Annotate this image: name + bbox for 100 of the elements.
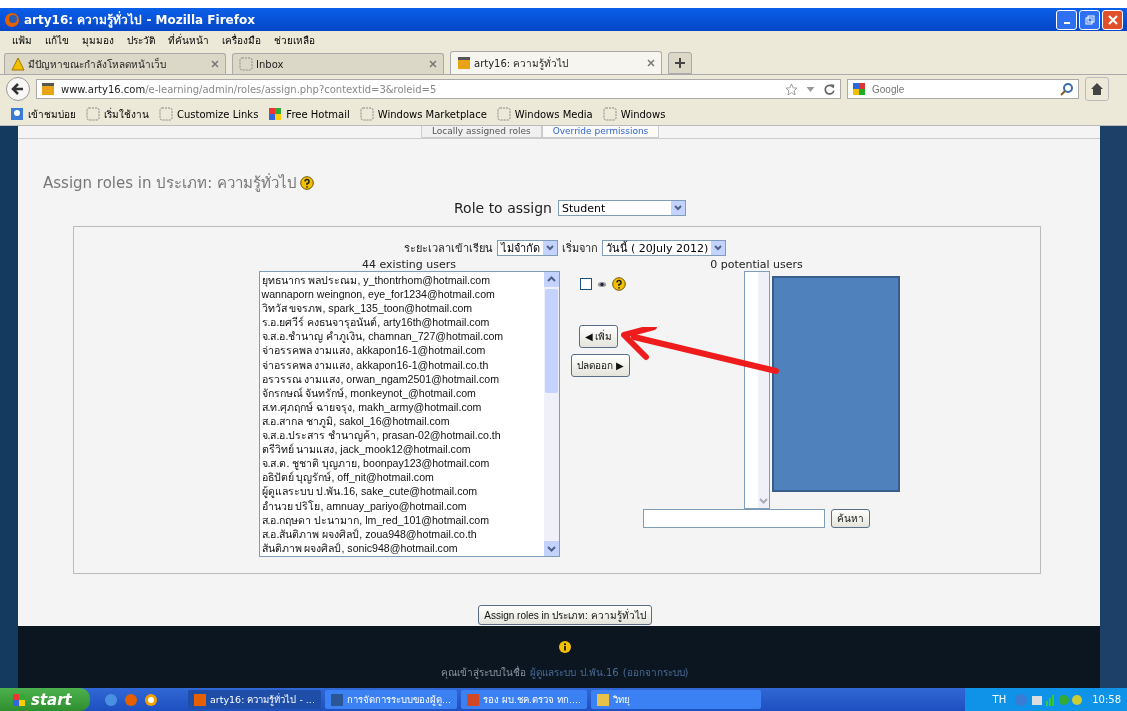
page-tab[interactable]: Override permissions	[541, 126, 660, 138]
close-tab-icon[interactable]	[429, 60, 437, 68]
page-tab[interactable]: Locally assigned roles	[421, 126, 542, 138]
user-list-item[interactable]: จ่าอรรคพล งามแสง, akkapon16-1@hotmail.com	[261, 343, 542, 358]
bookmark-item[interactable]: Free Hotmail	[268, 107, 350, 121]
existing-users-list[interactable]	[258, 271, 560, 557]
user-list-item[interactable]: จ.ส.อ.ชำนาญ คำภูเงิน, chamnan_727@hotmail.com	[261, 329, 542, 344]
close-button[interactable]	[1102, 9, 1123, 30]
taskbar-window[interactable]: การจัดการระบบของผู้ดู...	[324, 690, 457, 709]
browser-tab[interactable]: arty16: ความรู้ทั่วไป	[450, 51, 662, 74]
user-list-item[interactable]: อรวรรณ งามแสง, orwan_ngam2501@hotmail.com	[261, 371, 542, 386]
user-list-item[interactable]: ผู้ดูแลระบบ ป.พัน.16, sake_cute@hotmail.com	[261, 484, 542, 499]
user-list-item[interactable]: ส.อ.สันติภาพ ผจงศิลป์, zoua948@hotmail.co.th	[261, 526, 542, 541]
new-tab-button[interactable]	[668, 52, 692, 74]
window-title: arty16: ความรู้ทั่วไป - Mozilla Firefox	[24, 10, 255, 29]
reload-icon[interactable]	[823, 82, 836, 96]
scroll-down-icon[interactable]	[543, 541, 559, 556]
menu-item[interactable]: มุมมอง	[82, 33, 114, 48]
scrollbar[interactable]	[1100, 126, 1127, 688]
add-button[interactable]: ◀ เพิ่ม	[578, 325, 619, 348]
search-button[interactable]: ค้นหา	[831, 509, 870, 528]
warning-icon	[11, 57, 25, 71]
windows-logo-icon	[268, 107, 283, 121]
search-icon[interactable]	[1060, 82, 1074, 96]
media-icon[interactable]	[144, 692, 158, 707]
close-tab-icon[interactable]	[647, 59, 655, 67]
url-text: www.arty16.com/e-learning/admin/roles/assign.php?contextid=3&roleid=5	[61, 83, 438, 95]
home-button[interactable]	[1085, 77, 1109, 101]
scrollbar[interactable]	[543, 272, 559, 556]
start-date-select[interactable]: วันนี้ ( 20July 2012)	[601, 240, 727, 256]
search-box[interactable]: Google	[847, 79, 1079, 99]
user-list-item[interactable]: จ.ส.อ.ประสาร ชำนาญค้า, prasan-02@hotmail.co.th	[261, 428, 542, 443]
blank-page-icon	[239, 57, 253, 71]
help-icon[interactable]	[611, 277, 626, 291]
blank-page-icon	[602, 107, 617, 121]
user-list-item[interactable]: ส.อ.กฤษดา ปะนามาก, lm_red_101@hotmail.com	[261, 512, 542, 527]
taskbar-window[interactable]: วิทยุ	[591, 690, 762, 709]
menu-item[interactable]: แก้ไข	[45, 33, 69, 48]
hidden-checkbox[interactable]	[579, 278, 592, 290]
remove-button[interactable]: ปลดออก ▶	[571, 354, 630, 377]
blank-page-icon	[86, 107, 100, 121]
bookmark-item[interactable]: Windows Media	[496, 107, 593, 121]
help-icon[interactable]	[300, 176, 315, 190]
bookmark-item[interactable]: Customize Links	[159, 107, 259, 121]
address-bar[interactable]: www.arty16.com/e-learning/admin/roles/assign.php?contextid=3&roleid=5	[36, 79, 841, 99]
potential-users-list[interactable]	[743, 271, 770, 509]
user-list-item[interactable]: อำนวย ปริโย, amnuay_pariyo@hotmail.com	[261, 498, 542, 513]
restore-button[interactable]	[1079, 9, 1100, 30]
user-list-item[interactable]: จ.ส.ต. ชูชาติ บุญภาย, boonpay123@hotmail.com	[261, 456, 542, 471]
assign-roles-button[interactable]: Assign roles in ประเภท: ความรู้ทั่วไป	[478, 605, 652, 625]
user-list-item[interactable]: จักรกษณ์ จันทรักษ์, monkeynot_@hotmail.com	[261, 385, 542, 400]
user-list-item[interactable]: ร.อ.ยศวีร์ คงธนจารุอนันต์, arty16th@hotmail.com	[261, 315, 542, 330]
menu-item[interactable]: เครื่องมือ	[222, 33, 261, 48]
back-arrow-icon	[10, 81, 26, 97]
taskbar-window[interactable]: รอง ผบ.ชค.ตรวจ ทก....	[461, 690, 588, 709]
page-heading: Assign roles in ประเภท: ความรู้ทั่วไป	[43, 172, 298, 194]
user-list-item[interactable]: ส.ท.ศุภฤกษ์ ฉายจรุง, makh_army@hotmail.com	[261, 399, 542, 414]
dropdown-caret-icon	[711, 241, 726, 255]
user-list-item[interactable]: อธิปัตย์ บุญรักษ์, off_nit@hotmail.com	[261, 470, 542, 485]
role-label: Role to assign	[454, 200, 552, 216]
search-field[interactable]	[643, 509, 825, 528]
tray-icons[interactable]	[1014, 692, 1085, 707]
browser-tab[interactable]: มีปัญหาขณะกำลังโหลดหน้าเว็บ	[4, 53, 226, 74]
star-icon[interactable]	[785, 82, 798, 96]
user-list-item[interactable]: ส.อ.สากล ชาภูมิ, sakol_16@hotmail.com	[261, 413, 542, 429]
blank-page-icon	[496, 107, 511, 121]
site-logo-icon	[457, 56, 471, 70]
eye-icon	[596, 280, 607, 288]
menu-item[interactable]: ที่คั่นหน้า	[168, 33, 209, 48]
minimize-icon	[1063, 21, 1070, 24]
browser-tab[interactable]: Inbox	[232, 53, 444, 74]
user-list-item[interactable]: จ่าอรรคพล งามแสง, akkapon16-1@hotmail.co.th	[261, 357, 542, 372]
taskbar-window[interactable]: arty16: ความรู้ทั่วไป - ...	[188, 690, 321, 709]
user-list-item[interactable]: wannaporn weingnon, eye_for1234@hotmail.com	[261, 287, 542, 302]
bookmark-item[interactable]: Windows Marketplace	[359, 107, 487, 121]
back-button[interactable]	[6, 77, 30, 101]
user-list-item[interactable]: สันติภาพ ผจงศิลป์, sonic948@hotmail.com	[261, 540, 542, 555]
minimize-button[interactable]	[1056, 9, 1077, 30]
bookmark-item[interactable]: เริ่มใช้งาน	[86, 106, 149, 122]
user-list-item[interactable]: ยุทธนากร พลประณม, y_thontrhom@hotmail.com	[261, 273, 542, 288]
role-select[interactable]: Student	[557, 200, 686, 216]
bookmark-item[interactable]: Windows	[602, 107, 666, 121]
magnifier-icon	[10, 107, 24, 121]
scroll-up-icon[interactable]	[543, 272, 559, 287]
menu-item[interactable]: ช่วยเหลือ	[274, 33, 315, 48]
menu-item[interactable]: ประวัติ	[127, 33, 155, 48]
plus-icon	[675, 58, 685, 68]
windows-logo-icon	[12, 692, 26, 707]
close-tab-icon[interactable]	[211, 60, 219, 68]
dropdown-caret-icon	[542, 241, 557, 255]
user-list-item[interactable]: ตรีวิทย์ นามแสง, jack_mook12@hotmail.com	[261, 442, 542, 457]
user-list-item[interactable]: วิทวัส ขจรภพ, spark_135_toon@hotmail.com	[261, 301, 542, 316]
login-status-text: คุณเข้าสู่ระบบในชื่อ	[441, 665, 527, 680]
duration-select[interactable]: ไม่จำกัด	[496, 240, 558, 256]
firefox-icon	[4, 11, 20, 28]
home-icon	[1090, 82, 1104, 96]
scrollbar[interactable]	[757, 272, 769, 508]
bookmark-item[interactable]: เข้าชมบ่อย	[10, 106, 76, 122]
menu-item[interactable]: แฟ้ม	[12, 33, 32, 48]
start-label: เริ่มจาก	[561, 239, 598, 257]
